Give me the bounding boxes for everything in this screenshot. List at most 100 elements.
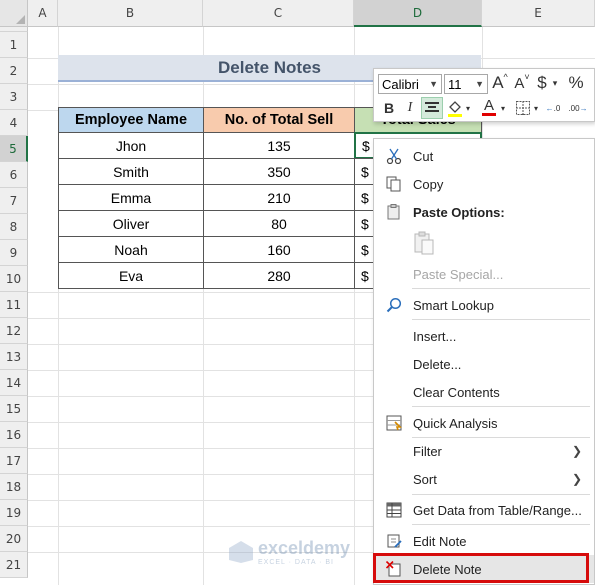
- row-header-11[interactable]: 11: [0, 292, 28, 318]
- table-cell-sell[interactable]: 280: [203, 262, 355, 289]
- menu-item-filter[interactable]: Filter ❯: [375, 437, 594, 465]
- select-all-corner[interactable]: [0, 0, 28, 27]
- menu-item-edit-note[interactable]: Edit Note: [375, 527, 594, 555]
- table-cell-name[interactable]: Eva: [58, 262, 204, 289]
- menu-item-paste-options: Paste Options:: [375, 198, 594, 226]
- chevron-down-icon[interactable]: ▾: [499, 103, 507, 113]
- row-header-9[interactable]: 9: [0, 240, 28, 266]
- increase-decimal-icon: ←: [545, 103, 554, 113]
- chevron-down-icon[interactable]: ▾: [550, 76, 560, 90]
- menu-item-smart-lookup[interactable]: Smart Lookup: [375, 291, 594, 319]
- font-color-bar: [482, 112, 496, 116]
- menu-item-copy[interactable]: Copy: [375, 170, 594, 198]
- table-cell-sell[interactable]: 135: [203, 132, 355, 159]
- bold-button[interactable]: B: [380, 98, 398, 118]
- row-header-12[interactable]: 12: [0, 318, 28, 344]
- copy-icon: [384, 175, 404, 193]
- table-cell-sell[interactable]: 80: [203, 210, 355, 237]
- separator: [412, 319, 590, 320]
- decrease-decimal-button[interactable]: .00 →: [566, 97, 590, 119]
- table-cell-sell[interactable]: 350: [203, 158, 355, 185]
- table-cell-sell[interactable]: 210: [203, 184, 355, 211]
- chevron-down-icon[interactable]: ▾: [464, 103, 472, 113]
- borders-button[interactable]: [514, 97, 532, 119]
- row-header-15[interactable]: 15: [0, 396, 28, 422]
- column-header-d[interactable]: D: [354, 0, 482, 27]
- decrease-font-button[interactable]: A ˅: [512, 72, 532, 94]
- row-header-13[interactable]: 13: [0, 344, 28, 370]
- table-header-employee[interactable]: Employee Name: [58, 107, 204, 133]
- row-header-3[interactable]: 3: [0, 84, 28, 110]
- menu-item-label: Insert...: [413, 328, 457, 344]
- menu-item-label: Edit Note: [413, 533, 467, 549]
- mini-toolbar: Calibri ▼ 11 ▼ A ^ A ˅ $ ▾ % B I ▾ A ▾ ▾ ←…: [373, 68, 595, 122]
- row-header-10[interactable]: 10: [0, 266, 28, 292]
- row-header-7[interactable]: 7: [0, 188, 28, 214]
- column-header-c[interactable]: C: [203, 0, 354, 27]
- table-cell-name[interactable]: Oliver: [58, 210, 204, 237]
- row-header-5[interactable]: 5: [0, 136, 28, 162]
- percent-button[interactable]: %: [566, 72, 586, 94]
- scissors-icon: [384, 147, 404, 165]
- menu-item-quick-analysis[interactable]: Quick Analysis: [375, 409, 594, 437]
- table-cell-sell[interactable]: 160: [203, 236, 355, 263]
- table-icon: [384, 501, 404, 519]
- increase-font-button[interactable]: A ^: [490, 72, 510, 94]
- table-cell-name[interactable]: Noah: [58, 236, 204, 263]
- currency-button[interactable]: $: [535, 72, 549, 94]
- center-align-button[interactable]: [421, 97, 443, 119]
- font-color-button[interactable]: A: [480, 95, 498, 119]
- font-name-value: Calibri: [382, 76, 419, 92]
- menu-item-label: Sort: [413, 471, 437, 487]
- percent-icon: %: [568, 73, 584, 92]
- row-header-16[interactable]: 16: [0, 422, 28, 448]
- chevron-right-icon: ❯: [571, 472, 582, 486]
- row-header-8[interactable]: 8: [0, 214, 28, 240]
- menu-item-delete[interactable]: Delete...: [375, 350, 594, 378]
- row-header-14[interactable]: 14: [0, 370, 28, 396]
- row-header-gap: [0, 27, 28, 32]
- row-header-19[interactable]: 19: [0, 500, 28, 526]
- chevron-down-icon[interactable]: ▾: [532, 103, 540, 113]
- menu-item-sort[interactable]: Sort ❯: [375, 465, 594, 493]
- menu-item-label: Smart Lookup: [413, 297, 494, 313]
- column-header-b[interactable]: B: [58, 0, 203, 27]
- table-cell-name[interactable]: Jhon: [58, 132, 204, 159]
- row-header-18[interactable]: 18: [0, 474, 28, 500]
- table-header-total-sell[interactable]: No. of Total Sell: [203, 107, 355, 133]
- menu-item-label: Quick Analysis: [413, 415, 498, 431]
- font-name-box[interactable]: Calibri ▼: [378, 74, 442, 94]
- row-header-21[interactable]: 21: [0, 552, 28, 578]
- row-header-17[interactable]: 17: [0, 448, 28, 474]
- paste-button[interactable]: [410, 229, 438, 257]
- italic-button[interactable]: I: [402, 98, 418, 118]
- row-header-2[interactable]: 2: [0, 58, 28, 84]
- clipboard-icon: [384, 203, 404, 221]
- row-header-6[interactable]: 6: [0, 162, 28, 188]
- menu-item-label: Paste Special...: [413, 266, 504, 282]
- menu-item-cut[interactable]: Cut: [375, 142, 594, 170]
- increase-decimal-button[interactable]: ← .0: [542, 97, 564, 119]
- menu-item-insert[interactable]: Insert...: [375, 322, 594, 350]
- row-header-4[interactable]: 4: [0, 110, 28, 136]
- font-size-box[interactable]: 11 ▼: [444, 74, 488, 94]
- menu-item-get-data[interactable]: Get Data from Table/Range...: [375, 496, 594, 524]
- menu-item-label: Paste Options:: [413, 204, 505, 220]
- fill-color-button[interactable]: [446, 97, 464, 119]
- row-header-1[interactable]: 1: [0, 32, 28, 58]
- menu-item-clear-contents[interactable]: Clear Contents: [375, 378, 594, 406]
- table-cell-name[interactable]: Smith: [58, 158, 204, 185]
- quick-analysis-icon: [384, 414, 404, 432]
- clipboard-paste-icon: [414, 231, 434, 255]
- table-cell-name[interactable]: Emma: [58, 184, 204, 211]
- chevron-down-icon: ▼: [475, 79, 484, 89]
- row-header-20[interactable]: 20: [0, 526, 28, 552]
- exceldemy-logo-icon: [229, 541, 253, 563]
- search-icon: [384, 296, 404, 314]
- menu-item-paste-special[interactable]: Paste Special...: [375, 260, 594, 288]
- separator: [412, 524, 590, 525]
- column-header-e[interactable]: E: [482, 0, 595, 27]
- separator: [412, 494, 590, 495]
- menu-item-label: Filter: [413, 443, 442, 459]
- column-header-a[interactable]: A: [28, 0, 58, 27]
